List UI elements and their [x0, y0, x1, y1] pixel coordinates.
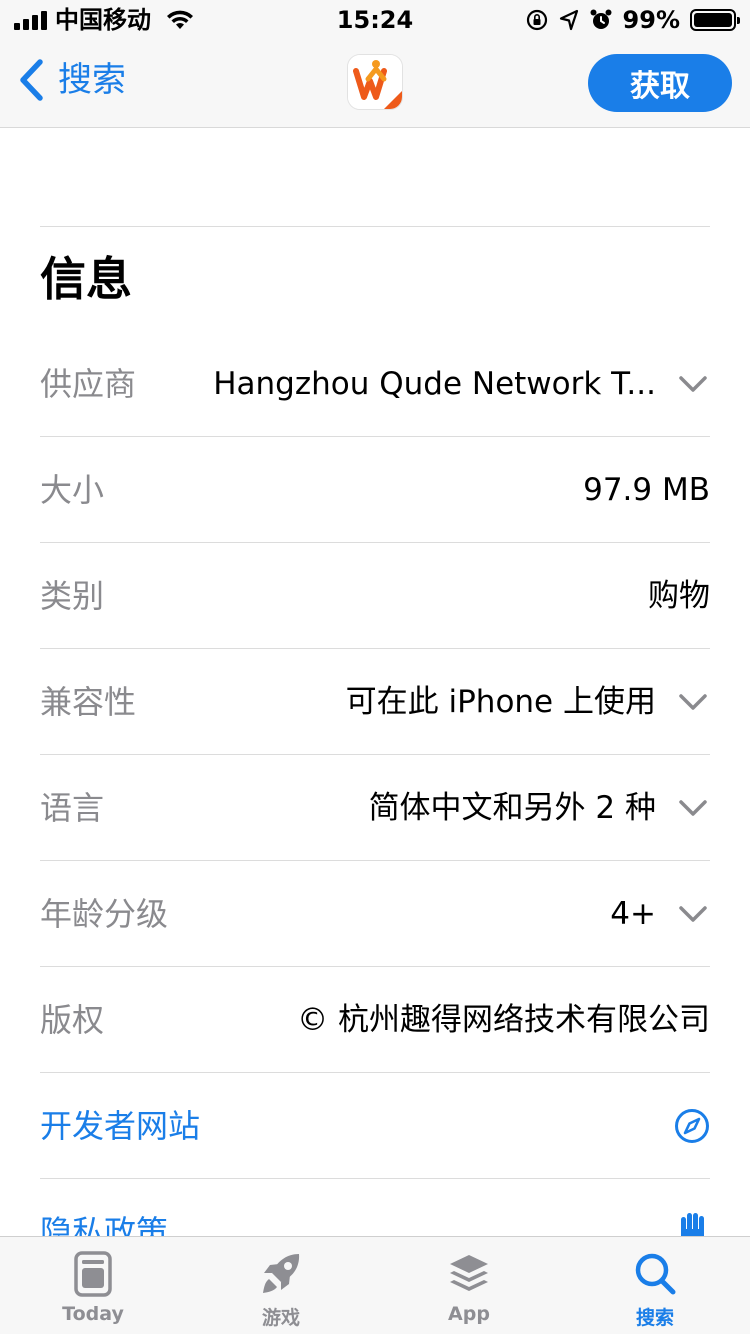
tab-search[interactable]: 搜索 [590, 1237, 720, 1334]
info-row-compatibility[interactable]: 兼容性 可在此 iPhone 上使用 [40, 649, 710, 755]
safari-compass-icon [675, 1109, 709, 1143]
chevron-down-icon[interactable] [678, 902, 708, 926]
row-label: 类别 [40, 577, 105, 615]
chevron-down-icon[interactable] [678, 796, 708, 820]
row-value: 简体中文和另外 2 种 [368, 790, 656, 826]
row-label: 版权 [40, 1001, 105, 1039]
tab-label: 游戏 [261, 1307, 300, 1329]
divider [40, 226, 710, 227]
tab-bar: Today 游戏 App 搜索 [0, 1236, 750, 1334]
info-row-copyright: 版权 © 杭州趣得网络技术有限公司 [40, 967, 710, 1073]
back-label: 搜索 [58, 60, 126, 100]
battery-icon [690, 9, 740, 31]
info-row-age-rating[interactable]: 年龄分级 4+ [40, 861, 710, 967]
alarm-icon [590, 9, 612, 29]
info-row-category: 类别 购物 [40, 543, 710, 649]
battery-percent: 99% [622, 6, 680, 34]
navigation-bar: 搜索 获取 [0, 40, 750, 128]
chevron-down-icon[interactable] [678, 690, 708, 714]
row-value: © 杭州趣得网络技术有限公司 [297, 1002, 710, 1038]
row-label: 兼容性 [40, 683, 137, 721]
info-row-language[interactable]: 语言 简体中文和另外 2 种 [40, 755, 710, 861]
tab-games[interactable]: 游戏 [216, 1237, 346, 1334]
row-value: 购物 [648, 578, 710, 614]
developer-website-link[interactable]: 开发者网站 [40, 1073, 710, 1179]
app-logo-icon [348, 55, 402, 109]
row-label: 语言 [40, 789, 105, 827]
location-icon [559, 9, 578, 31]
battery-level [694, 13, 732, 27]
row-label: 供应商 [40, 365, 137, 403]
row-label: 年龄分级 [40, 895, 169, 933]
section-title: 信息 [40, 252, 132, 306]
row-value: 4+ [610, 896, 656, 932]
row-label: 大小 [40, 471, 105, 509]
status-bar: 中国移动 15:24 99% [0, 0, 750, 40]
chevron-down-icon[interactable] [678, 372, 708, 396]
row-value: 可在此 iPhone 上使用 [345, 684, 656, 720]
get-button[interactable]: 获取 [588, 54, 732, 112]
row-value: Hangzhou Qude Network T... [213, 366, 656, 402]
tab-label: App [448, 1303, 490, 1325]
tab-label: Today [62, 1303, 124, 1325]
info-row-vendor[interactable]: 供应商 Hangzhou Qude Network T... [40, 331, 710, 437]
info-row-size: 大小 97.9 MB [40, 437, 710, 543]
today-icon [74, 1251, 112, 1297]
tab-apps[interactable]: App [404, 1237, 534, 1334]
orientation-lock-icon [526, 9, 547, 31]
search-icon [635, 1253, 676, 1295]
rocket-icon [263, 1254, 300, 1293]
app-icon [347, 54, 403, 110]
link-label: 开发者网站 [40, 1107, 201, 1145]
row-value: 97.9 MB [583, 472, 710, 508]
back-button[interactable]: 搜索 [18, 58, 126, 102]
tab-today[interactable]: Today [28, 1237, 158, 1334]
layers-icon [450, 1255, 488, 1291]
tab-label: 搜索 [635, 1307, 674, 1329]
chevron-left-icon [20, 59, 43, 101]
status-right: 99% [525, 6, 740, 34]
